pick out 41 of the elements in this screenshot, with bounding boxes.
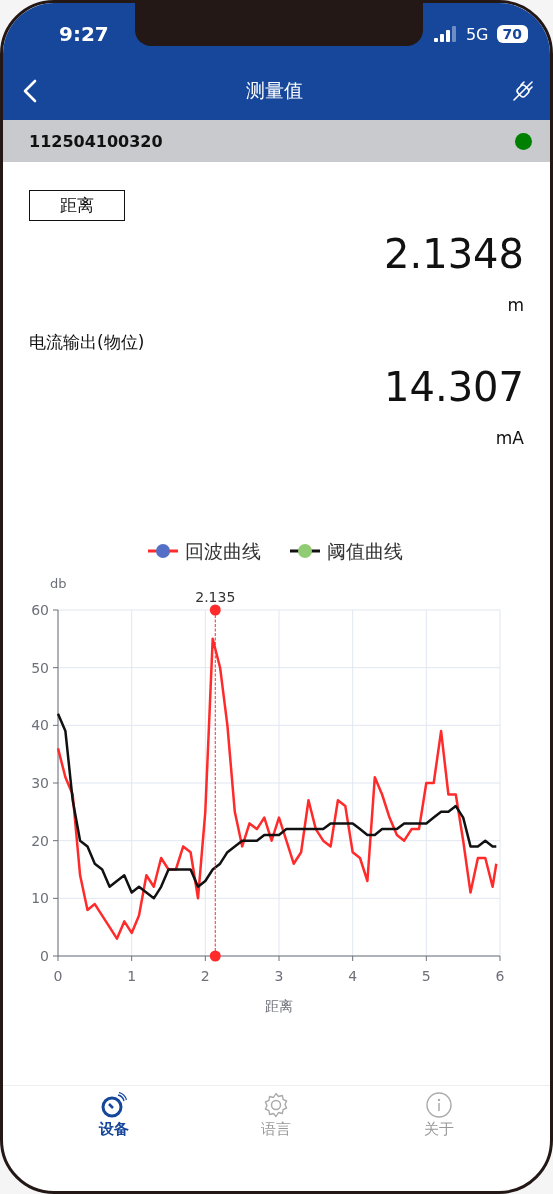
signal-icon (433, 26, 458, 42)
axis-title: 距离 (265, 998, 293, 1014)
marker-handle-icon[interactable] (209, 950, 221, 962)
settings-icon (263, 1092, 290, 1118)
reading-label: 电流输出(物位) (29, 331, 145, 354)
axis-tick-label: 40 (31, 717, 49, 734)
axis-tick-label: 5 (421, 968, 431, 984)
axis-tick-label: 4 (348, 968, 358, 984)
unplugged-icon[interactable] (512, 79, 534, 102)
device-serial: 112504100320 (29, 131, 163, 151)
reading-unit: m (507, 295, 524, 315)
axis-title: db (50, 576, 67, 591)
axis-tick-label: 10 (31, 890, 49, 907)
axis-tick-label: 3 (274, 968, 284, 984)
marker-handle-icon[interactable] (209, 604, 221, 616)
axis-tick-label: 50 (31, 659, 49, 676)
reading-unit: mA (495, 428, 524, 448)
legend-line-icon (290, 544, 320, 558)
axis-tick-label: 2 (200, 968, 210, 984)
axis-tick-label: 1 (127, 968, 137, 984)
axis-tick-label: 30 (31, 775, 49, 791)
info-icon (425, 1092, 452, 1118)
reading-label: 距离 (29, 190, 125, 221)
legend-label[interactable]: 回波曲线 (185, 540, 261, 562)
battery-level: 70 (496, 25, 528, 43)
gauge-icon (101, 1092, 128, 1118)
axis-tick-label: 6 (495, 968, 505, 984)
page-title: 测量值 (246, 77, 303, 103)
axis-tick-label: 60 (31, 602, 49, 618)
marker-label: 2.135 (195, 589, 236, 605)
axis-tick-label: 0 (40, 948, 49, 964)
legend-line-icon (148, 544, 178, 558)
legend-label[interactable]: 阈值曲线 (327, 540, 403, 562)
tab-item[interactable]: 设备 (74, 1086, 155, 1139)
reading-value: 14.307 (384, 364, 524, 410)
axis-tick-label: 20 (31, 832, 49, 849)
status-time: 9:27 (59, 22, 109, 46)
axis-tick-label: 0 (53, 968, 63, 984)
back-icon[interactable] (23, 78, 37, 103)
reading-value: 2.1348 (384, 231, 524, 277)
network-label: 5G (465, 24, 489, 44)
